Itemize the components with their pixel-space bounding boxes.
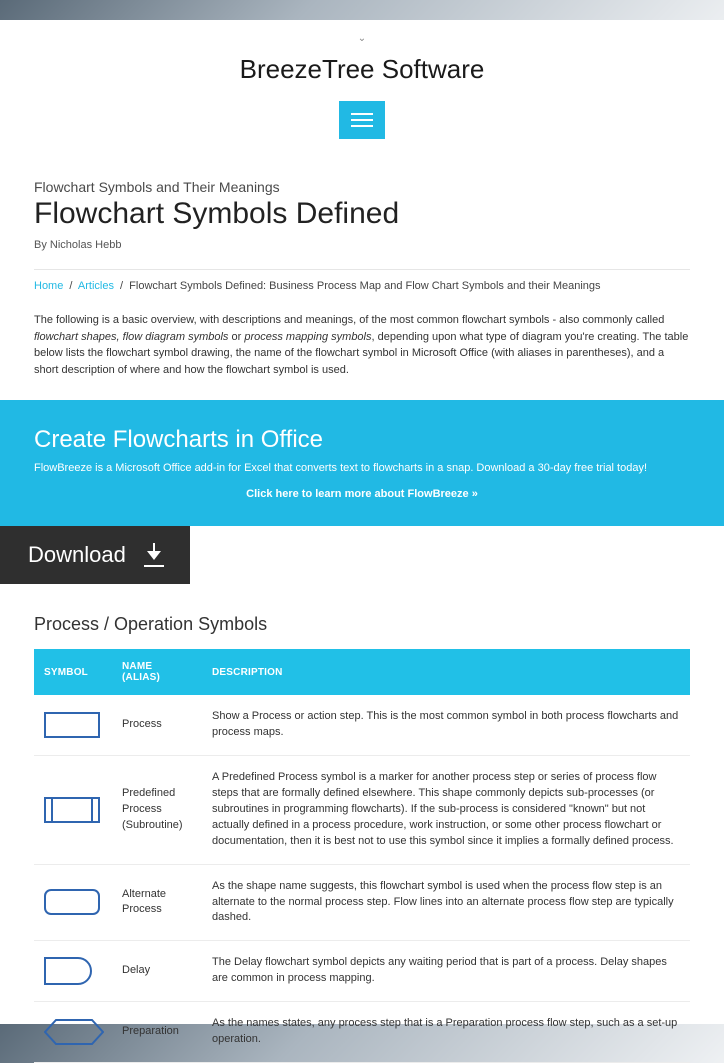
divider <box>34 269 690 270</box>
table-row: Process Show a Process or action step. T… <box>34 695 690 755</box>
article-header: Flowchart Symbols and Their Meanings Flo… <box>34 145 690 251</box>
symbols-table: SYMBOL NAME (ALIAS) DESCRIPTION Process … <box>34 649 690 1063</box>
symbol-name: Alternate Process <box>112 864 202 941</box>
breadcrumb-articles[interactable]: Articles <box>78 280 114 292</box>
symbol-process-icon <box>34 695 112 755</box>
breadcrumb-current: Flowchart Symbols Defined: Business Proc… <box>129 280 600 292</box>
breadcrumb-home[interactable]: Home <box>34 280 63 292</box>
symbol-desc: The Delay flowchart symbol depicts any w… <box>202 941 690 1002</box>
breadcrumb: Home / Articles / Flowchart Symbols Defi… <box>34 280 690 292</box>
table-row: Preparation As the names states, any pro… <box>34 1002 690 1063</box>
promo-banner: Create Flowcharts in Office FlowBreeze i… <box>0 400 724 526</box>
symbol-desc: A Predefined Process symbol is a marker … <box>202 755 690 864</box>
symbol-desc: As the names states, any process step th… <box>202 1002 690 1063</box>
col-description: DESCRIPTION <box>202 649 690 695</box>
col-name: NAME (ALIAS) <box>112 649 202 695</box>
article-byline: By Nicholas Hebb <box>34 239 690 251</box>
download-icon <box>144 543 164 567</box>
download-label: Download <box>28 542 126 568</box>
symbol-desc: As the shape name suggests, this flowcha… <box>202 864 690 941</box>
symbol-name: Preparation <box>112 1002 202 1063</box>
chevron-down-icon[interactable]: ⌄ <box>0 34 724 44</box>
article-title: Flowchart Symbols Defined <box>34 197 690 231</box>
intro-paragraph: The following is a basic overview, with … <box>0 312 724 400</box>
article-kicker: Flowchart Symbols and Their Meanings <box>34 179 690 195</box>
menu-button[interactable] <box>339 101 385 139</box>
symbol-delay-icon <box>34 941 112 1002</box>
symbol-predefined-process-icon <box>34 755 112 864</box>
symbol-desc: Show a Process or action step. This is t… <box>202 695 690 755</box>
symbol-name: Delay <box>112 941 202 1002</box>
symbol-preparation-icon <box>34 1002 112 1063</box>
promo-subtitle: FlowBreeze is a Microsoft Office add-in … <box>34 462 690 474</box>
symbol-name: Process <box>112 695 202 755</box>
download-button[interactable]: Download <box>0 526 190 584</box>
promo-link[interactable]: Click here to learn more about FlowBreez… <box>34 488 690 500</box>
col-symbol: SYMBOL <box>34 649 112 695</box>
symbol-name: Predefined Process (Subroutine) <box>112 755 202 864</box>
site-header: ⌄ BreezeTree Software <box>0 20 724 145</box>
site-title: BreezeTree Software <box>0 54 724 85</box>
promo-title: Create Flowcharts in Office <box>34 426 690 454</box>
table-row: Alternate Process As the shape name sugg… <box>34 864 690 941</box>
symbol-alternate-process-icon <box>34 864 112 941</box>
page: ⌄ BreezeTree Software Flowchart Symbols … <box>0 20 724 1024</box>
section-title: Process / Operation Symbols <box>34 614 690 635</box>
table-row: Delay The Delay flowchart symbol depicts… <box>34 941 690 1002</box>
table-row: Predefined Process (Subroutine) A Predef… <box>34 755 690 864</box>
